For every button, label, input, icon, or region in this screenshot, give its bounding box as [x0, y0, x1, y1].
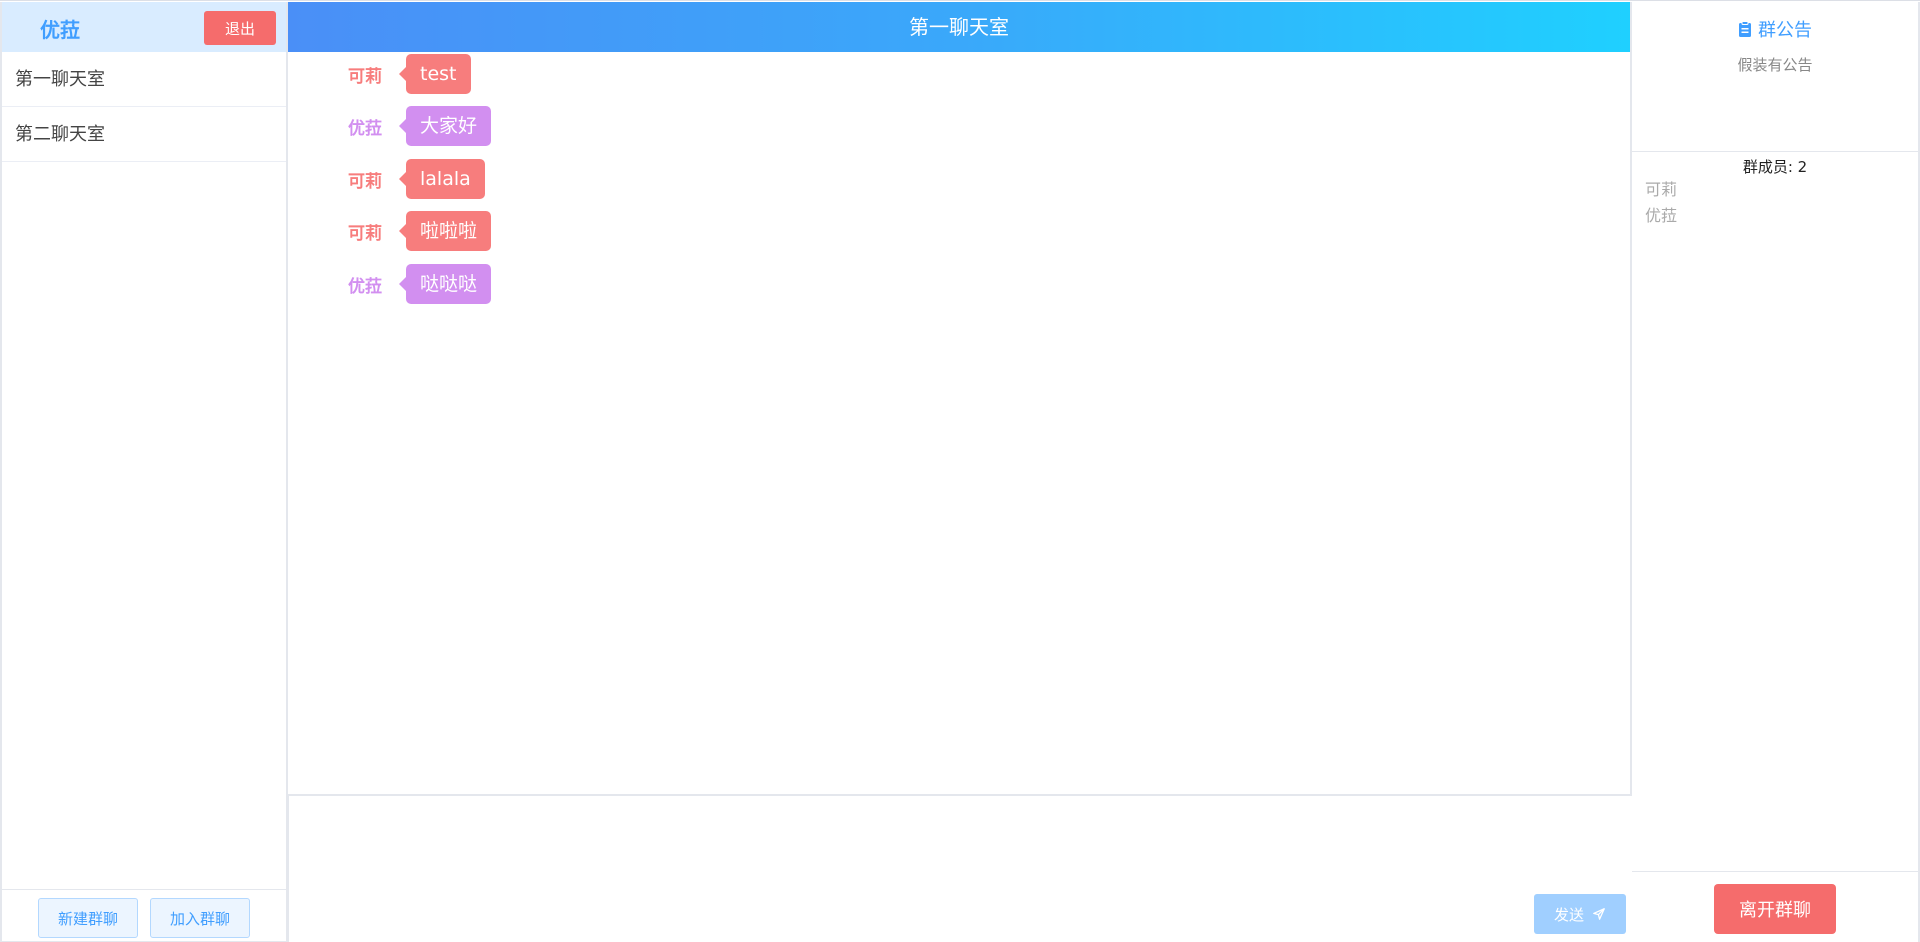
message-sender: 优菈 [348, 276, 382, 297]
message-bubble: lalala [399, 159, 485, 199]
send-button-label: 发送 [1553, 905, 1584, 924]
message-sender: 可莉 [348, 66, 382, 87]
sidebar-footer: 新建群聊 加入群聊 [2, 889, 286, 941]
message-sender: 优菈 [348, 118, 382, 139]
message-sender: 可莉 [348, 171, 382, 192]
message-input[interactable] [289, 796, 1632, 942]
member-count: 群成员: 2 [1742, 158, 1808, 176]
sidebar-header: 优菈 退出 [2, 2, 286, 52]
message-bubble: test [399, 54, 471, 94]
group-info-panel: 群公告 假装有公告 群成员: 2 可莉 优菈 离开群聊 [1632, 2, 1920, 942]
message-sender: 可莉 [348, 223, 382, 244]
member-list: 群成员: 2 可莉 优菈 [1632, 152, 1918, 229]
message-input-area: 发送 [288, 794, 1632, 942]
announcement-section: 群公告 假装有公告 [1632, 2, 1918, 152]
message-row: 优菈 哒哒哒 [348, 264, 492, 304]
logout-button[interactable]: 退出 [204, 11, 276, 45]
send-button[interactable]: 发送 [1534, 894, 1626, 934]
member-item: 可莉 [1645, 180, 1678, 199]
room-list: 第一聊天室 第二聊天室 [2, 52, 286, 162]
message-list: 可莉 test 优菈 大家好 可莉 lalala 可莉 啦啦啦 优菈 哒哒哒 [288, 52, 1630, 794]
announcement-text: 假装有公告 [1737, 56, 1813, 74]
chat-main: 第一聊天室 可莉 test 优菈 大家好 可莉 lalala 可莉 啦啦啦 优菈… [288, 2, 1632, 942]
send-icon [1593, 908, 1605, 920]
leave-group-button[interactable]: 离开群聊 [1714, 884, 1836, 934]
chat-app: 优菈 退出 第一聊天室 第二聊天室 新建群聊 加入群聊 第一聊天室 可莉 tes… [0, 0, 1920, 942]
member-item: 优菈 [1645, 206, 1678, 225]
message-bubble: 哒哒哒 [398, 264, 492, 304]
message-bubble: 啦啦啦 [398, 211, 492, 251]
new-group-button[interactable]: 新建群聊 [38, 898, 138, 938]
join-group-button[interactable]: 加入群聊 [150, 898, 250, 938]
room-item-first[interactable]: 第一聊天室 [2, 52, 286, 107]
chat-title: 第一聊天室 [288, 2, 1630, 52]
panel-footer: 离开群聊 [1632, 871, 1918, 942]
message-row: 优菈 大家好 [348, 106, 492, 146]
sidebar: 优菈 退出 第一聊天室 第二聊天室 新建群聊 加入群聊 [0, 2, 288, 942]
message-row: 可莉 啦啦啦 [348, 211, 492, 251]
clipboard-icon [1739, 21, 1751, 37]
message-row: 可莉 test [348, 54, 471, 94]
message-bubble: 大家好 [398, 106, 492, 146]
announcement-header: 群公告 [1632, 2, 1918, 42]
announcement-title: 群公告 [1758, 20, 1812, 41]
current-username: 优菈 [40, 18, 80, 42]
room-item-second[interactable]: 第二聊天室 [2, 107, 286, 162]
message-row: 可莉 lalala [348, 159, 485, 199]
